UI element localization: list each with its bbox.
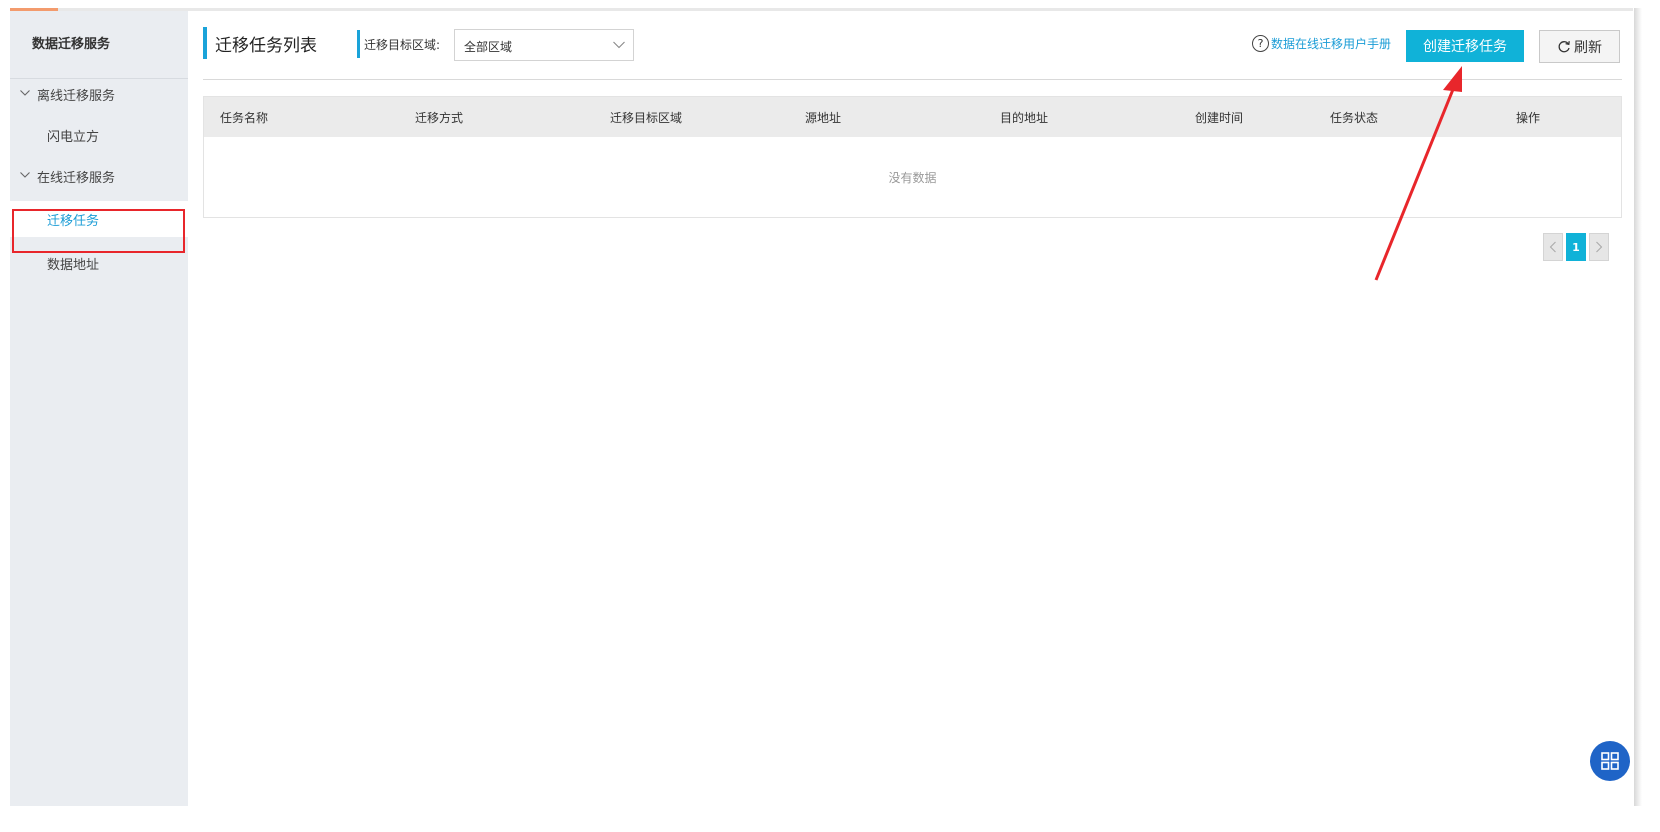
column-header: 任务状态 — [1330, 111, 1379, 125]
pagination-page-button[interactable]: 1 — [1566, 233, 1586, 261]
help-manual-link[interactable]: ? 数据在线迁移用户手册 — [1252, 35, 1391, 52]
pagination-next-button[interactable] — [1589, 233, 1609, 261]
header-divider — [203, 79, 1622, 80]
chevron-down-icon — [613, 41, 625, 49]
region-select[interactable]: 全部区域 — [454, 29, 634, 61]
refresh-icon — [1558, 40, 1570, 52]
floating-apps-button[interactable] — [1590, 741, 1630, 781]
title-accent-bar — [203, 27, 207, 59]
chevron-down-icon — [20, 90, 30, 96]
sidebar-item-label: 迁移任务 — [47, 213, 100, 229]
window-edge-shadow — [1634, 8, 1642, 806]
column-header: 源地址 — [805, 111, 842, 125]
help-link-text: 数据在线迁移用户手册 — [1271, 37, 1392, 51]
region-select-value: 全部区域 — [464, 40, 513, 54]
column-header: 操作 — [1516, 111, 1541, 125]
sidebar-item-lightning-cube[interactable]: 闪电立方 — [10, 117, 188, 153]
column-header: 任务名称 — [220, 111, 269, 125]
column-header: 创建时间 — [1195, 111, 1244, 125]
grid-apps-icon — [1601, 752, 1619, 770]
top-border — [10, 8, 1633, 11]
table-header: 任务名称 迁移方式 迁移目标区域 源地址 目的地址 创建时间 任务状态 操作 — [204, 97, 1621, 137]
region-filter-label: 迁移目标区域: — [364, 38, 441, 52]
refresh-button[interactable]: 刷新 — [1539, 30, 1620, 63]
column-header: 迁移方式 — [415, 111, 464, 125]
chevron-down-icon — [20, 172, 30, 178]
sidebar-title: 数据迁移服务 — [32, 37, 111, 52]
sidebar-group-online[interactable]: 在线迁移服务 — [10, 161, 188, 191]
sidebar-item-label: 闪电立方 — [47, 129, 100, 145]
sidebar-item-data-addresses[interactable]: 数据地址 — [10, 245, 188, 281]
sidebar: 数据迁移服务 离线迁移服务 闪电立方 在线迁移服务 迁移任务 数据地址 — [10, 11, 188, 806]
empty-state-text: 没有数据 — [888, 171, 937, 185]
pagination-prev-button[interactable] — [1543, 233, 1563, 261]
column-header: 迁移目标区域 — [610, 111, 683, 125]
page-title: 迁移任务列表 — [215, 36, 317, 56]
refresh-button-label: 刷新 — [1574, 39, 1602, 56]
sidebar-group-offline[interactable]: 离线迁移服务 — [10, 79, 188, 109]
filter-accent-bar — [357, 30, 360, 58]
create-task-button[interactable]: 创建迁移任务 — [1406, 30, 1524, 62]
chevron-right-icon — [1596, 241, 1603, 253]
column-header: 目的地址 — [1000, 111, 1049, 125]
sidebar-item-label: 数据地址 — [47, 257, 100, 273]
task-table: 任务名称 迁移方式 迁移目标区域 源地址 目的地址 创建时间 任务状态 操作 没… — [203, 96, 1622, 218]
sidebar-group-label: 离线迁移服务 — [37, 88, 116, 104]
sidebar-group-label: 在线迁移服务 — [37, 170, 116, 186]
chevron-left-icon — [1549, 241, 1556, 253]
sidebar-item-migration-tasks[interactable]: 迁移任务 — [10, 201, 188, 237]
help-circle-icon: ? — [1252, 35, 1269, 52]
